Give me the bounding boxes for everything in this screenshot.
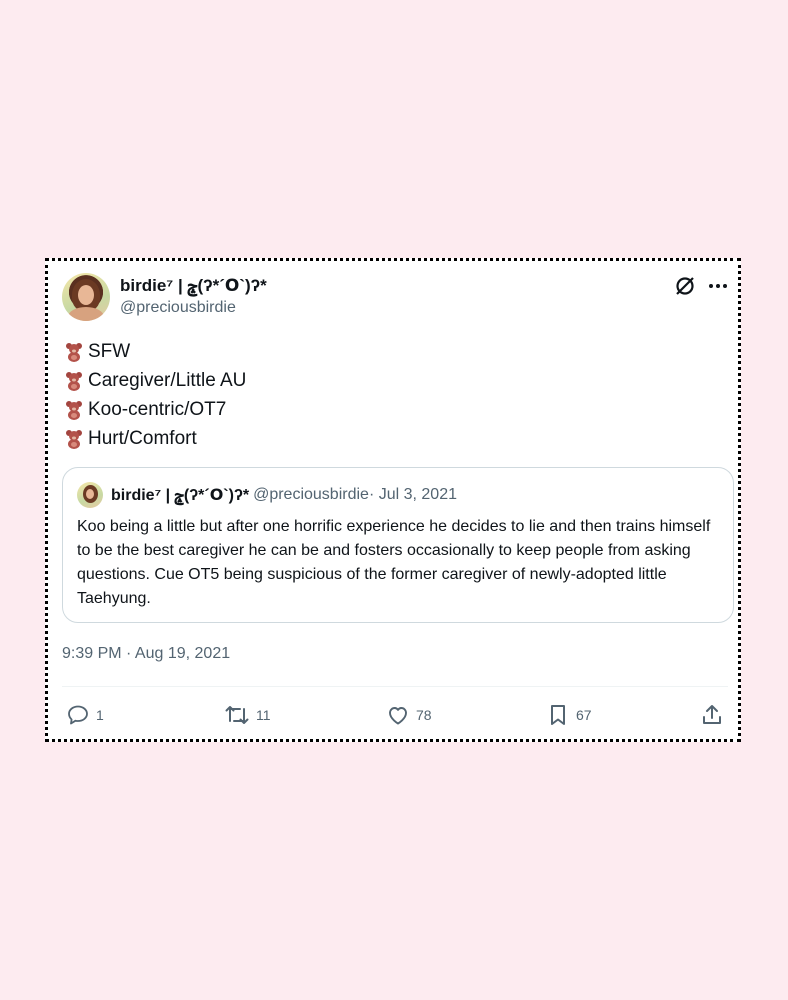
quote-text: Koo being a little but after one horrifi… [77, 518, 711, 607]
grok-icon[interactable] [674, 275, 696, 297]
tweet-text: SFW Caregiver/Little AU Koo-centric/OT7 … [64, 337, 246, 453]
heart-icon [389, 707, 407, 725]
quote-display-name: birdie⁷ | ݘ(ʔ*´ꓳ`)ʔ* [111, 487, 250, 504]
tweet-header: birdie⁷ | ݘ(ʔ*´ꓳ`)ʔ* @preciousbirdie [62, 273, 728, 323]
teddy-bear-icon [66, 400, 82, 420]
reply-button[interactable]: 1 [66, 703, 104, 727]
retweet-button[interactable]: 11 [224, 703, 271, 727]
like-count: 78 [416, 707, 432, 723]
quote-header: birdie⁷ | ݘ(ʔ*´ꓳ`)ʔ* @preciousbirdie · J… [77, 482, 457, 508]
teddy-bear-icon [66, 342, 82, 362]
retweet-count: 11 [256, 707, 271, 723]
tweet-timestamp[interactable]: 9:39 PM · Aug 19, 2021 [62, 645, 230, 663]
top-right-icons [674, 275, 728, 297]
like-button[interactable]: 78 [386, 703, 432, 727]
display-name[interactable]: birdie⁷ | ݘ(ʔ*´ꓳ`)ʔ* [120, 275, 267, 297]
teddy-bear-icon [66, 371, 82, 391]
divider [62, 686, 728, 687]
tweet-line-text: Hurt/Comfort [88, 428, 197, 449]
tweet-line: Caregiver/Little AU [64, 366, 246, 395]
quote-handle: @preciousbirdie [253, 486, 369, 503]
share-button[interactable] [700, 703, 724, 727]
user-handle[interactable]: @preciousbirdie [120, 297, 267, 319]
quote-avatar [77, 482, 103, 508]
bookmark-button[interactable]: 67 [546, 703, 592, 727]
tweet-line-text: Caregiver/Little AU [88, 370, 247, 391]
tweet-line-text: Koo-centric/OT7 [88, 399, 227, 420]
reply-icon [68, 705, 88, 725]
tweet-line: SFW [64, 337, 246, 366]
tweet-line-text: SFW [88, 341, 131, 362]
reply-count: 1 [96, 707, 104, 723]
share-icon [703, 705, 721, 724]
quoted-tweet[interactable]: birdie⁷ | ݘ(ʔ*´ꓳ`)ʔ* @preciousbirdie · J… [62, 467, 734, 623]
quote-date: · Jul 3, 2021 [368, 486, 457, 503]
tweet-line: Hurt/Comfort [64, 424, 246, 453]
action-bar: 1 11 78 67 [66, 703, 724, 729]
more-options-icon[interactable] [708, 276, 728, 296]
bookmark-count: 67 [576, 707, 592, 723]
avatar[interactable] [62, 273, 110, 321]
tweet-card: birdie⁷ | ݘ(ʔ*´ꓳ`)ʔ* @preciousbirdie SFW… [45, 258, 741, 742]
teddy-bear-icon [66, 429, 82, 449]
author-info: birdie⁷ | ݘ(ʔ*´ꓳ`)ʔ* @preciousbirdie [120, 275, 267, 319]
retweet-icon [225, 706, 249, 724]
tweet-line: Koo-centric/OT7 [64, 395, 246, 424]
bookmark-icon [551, 705, 565, 725]
